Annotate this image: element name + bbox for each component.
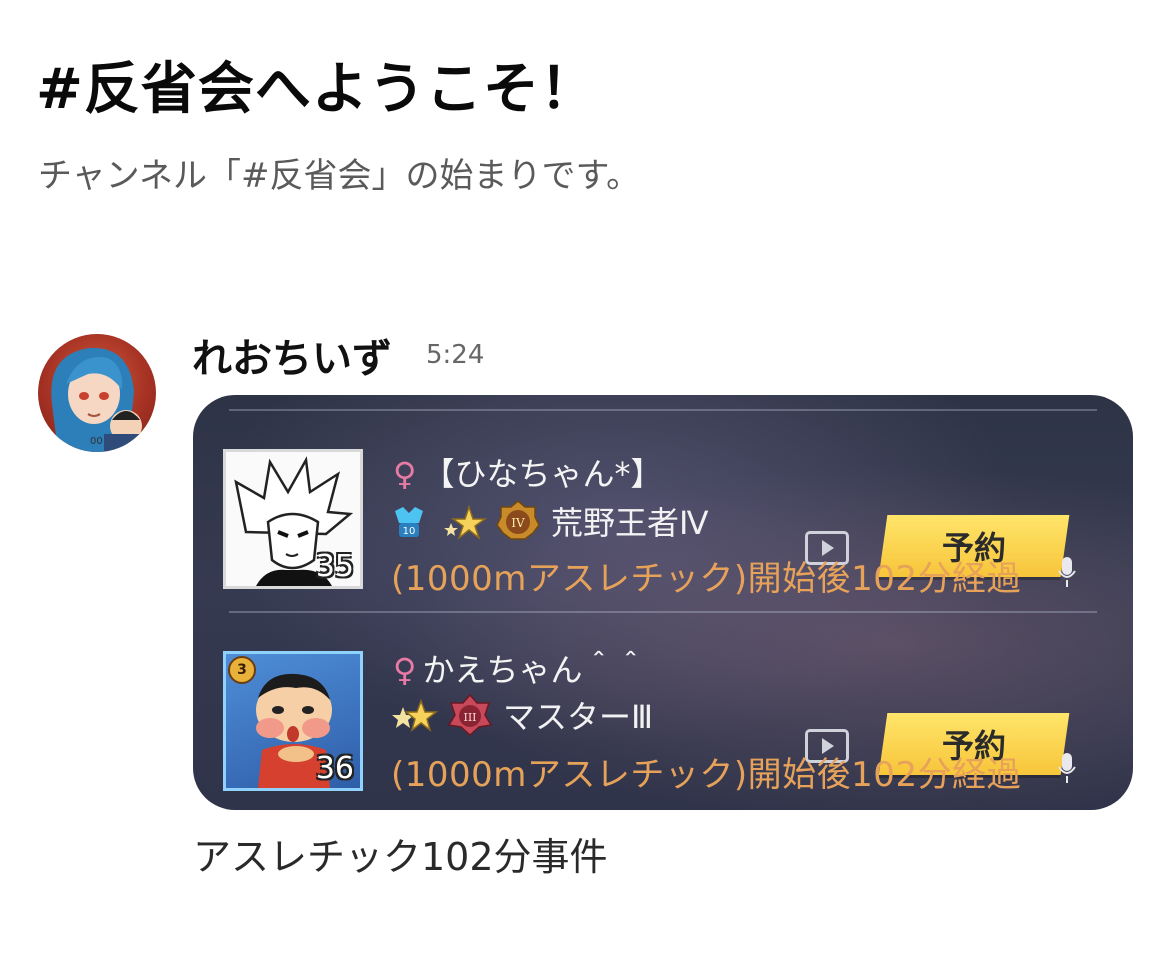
- player-row: 35 ♀ 【ひなちゃん*】 10 IV 荒野王者Ⅳ 予約 (1000mアスレチッ…: [193, 447, 1133, 647]
- female-icon: ♀: [393, 455, 417, 493]
- player-level: 36: [315, 751, 354, 786]
- star-icon: [444, 504, 487, 541]
- message-timestamp: 5:24: [426, 340, 485, 370]
- power-badge-icon: 10: [395, 507, 423, 537]
- stars-icon: [392, 698, 439, 732]
- message-caption: アスレチック102分事件: [193, 835, 608, 879]
- player-status: (1000mアスレチック)開始後102分経過: [391, 755, 1022, 795]
- microphone-icon[interactable]: [1057, 555, 1077, 589]
- author-avatar[interactable]: 00: [38, 334, 156, 452]
- avatar-illustration: 00: [51, 347, 148, 452]
- player-status: (1000mアスレチック)開始後102分経過: [391, 559, 1022, 599]
- player-name[interactable]: ♀ かえちゃん＾＾: [393, 645, 646, 691]
- rank-badge-icon: III: [447, 693, 493, 737]
- svg-text:10: 10: [403, 526, 416, 537]
- svg-text:00: 00: [90, 436, 103, 447]
- player-row: 3 36 ♀ かえちゃん＾＾ III マスターⅢ 予約 (1000mアスレチック)…: [193, 645, 1133, 810]
- welcome-title: #反省会へようこそ！: [36, 57, 597, 122]
- player-level: 35: [315, 549, 354, 584]
- welcome-subtitle: チャンネル「#反省会」の始まりです。: [38, 156, 641, 196]
- player-rank-line: 10 IV 荒野王者Ⅳ: [389, 499, 709, 543]
- microphone-icon[interactable]: [1057, 751, 1077, 785]
- divider-top: [229, 409, 1097, 411]
- rank-badge-icon: IV: [496, 500, 540, 540]
- svg-text:IV: IV: [511, 516, 525, 530]
- player-rank: マスターⅢ: [503, 698, 654, 736]
- player-rank: 荒野王者Ⅳ: [551, 504, 709, 542]
- screenshot-attachment[interactable]: 35 ♀ 【ひなちゃん*】 10 IV 荒野王者Ⅳ 予約 (1000mアスレチッ…: [193, 395, 1133, 810]
- divider-middle: [229, 611, 1097, 613]
- player-name[interactable]: ♀ 【ひなちゃん*】: [393, 449, 662, 495]
- player-avatar[interactable]: 3 36: [223, 651, 363, 791]
- message-author[interactable]: れおちいず: [192, 326, 392, 384]
- svg-text:III: III: [463, 711, 476, 724]
- player-avatar[interactable]: 35: [223, 449, 363, 589]
- avatar-badge: 3: [228, 656, 256, 684]
- player-name-text: かえちゃん＾＾: [422, 651, 647, 689]
- player-rank-line: III マスターⅢ: [389, 693, 653, 737]
- female-icon: ♀: [393, 651, 417, 689]
- player-name-text: 【ひなちゃん*】: [422, 455, 663, 493]
